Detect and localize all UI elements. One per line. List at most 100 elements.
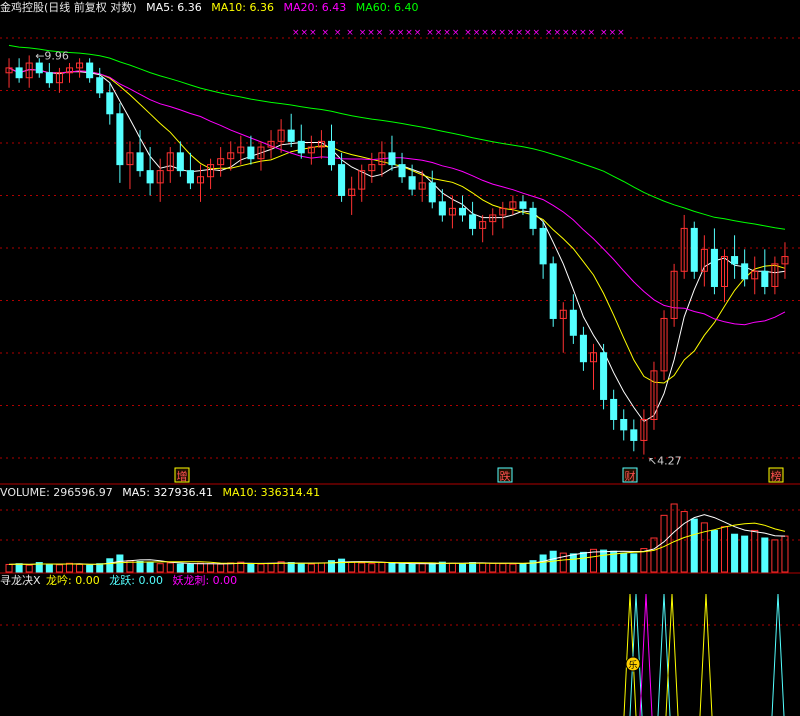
volume-bar-up xyxy=(257,563,265,573)
volume-bar-down xyxy=(408,563,416,573)
volume-bar-up xyxy=(489,562,497,573)
indicator-spike xyxy=(665,593,679,716)
candle-down xyxy=(287,129,295,142)
candle-down xyxy=(428,182,436,203)
volume-bar-down xyxy=(428,562,436,573)
volume-bar-up xyxy=(781,535,789,573)
candle-down xyxy=(408,176,416,190)
volume-bar-down xyxy=(469,562,477,573)
volume-bar-up xyxy=(650,537,658,573)
candle-down xyxy=(116,113,124,166)
volume-bar-down xyxy=(136,560,144,573)
volume-bar-down xyxy=(297,563,305,573)
volume-bar-down xyxy=(600,549,608,573)
candle-down xyxy=(136,152,144,172)
ma10-line xyxy=(8,67,786,384)
volume-bar-down xyxy=(15,563,23,573)
candle-down xyxy=(15,67,23,79)
volume-bar-down xyxy=(247,563,255,573)
volume-bar-down xyxy=(388,562,396,573)
volume-bar-up xyxy=(348,561,356,573)
candle-down xyxy=(35,62,43,74)
volume-bar-down xyxy=(690,518,698,573)
volume-bar-up xyxy=(358,562,366,573)
candle-down xyxy=(469,214,477,229)
candle-down xyxy=(458,207,467,216)
candle-down xyxy=(338,164,346,196)
volume-bar-down xyxy=(731,533,739,573)
event-tag-4: 榜 xyxy=(771,469,782,483)
volume-bar-up xyxy=(267,562,275,573)
volume-bar-down xyxy=(176,563,184,573)
volume-bar-up xyxy=(509,563,517,573)
high-price-label: ←9.96 xyxy=(35,49,69,62)
candle-down xyxy=(247,146,255,160)
candle-down xyxy=(761,270,769,287)
volume-bar-up xyxy=(156,563,164,573)
event-tag-2: 跌 xyxy=(500,469,511,483)
indicator-spike xyxy=(699,593,713,716)
volume-bar-down xyxy=(458,563,467,573)
candle-down xyxy=(630,429,638,441)
indicator-spike xyxy=(771,593,785,716)
volume-bar-down xyxy=(45,563,53,573)
volume-bar-up xyxy=(720,526,729,573)
volume-bar-up xyxy=(670,503,678,573)
candle-down xyxy=(610,398,618,420)
volume-bar-up xyxy=(448,562,456,573)
volume-bar-down xyxy=(761,537,769,573)
candle-down xyxy=(86,62,94,79)
candle-down xyxy=(690,227,698,272)
volume-bar-up xyxy=(378,562,386,573)
candle-down xyxy=(569,309,577,336)
candle-down xyxy=(388,152,396,166)
volume-bar-down xyxy=(338,558,346,573)
candle-down xyxy=(186,170,194,184)
candle-down xyxy=(710,248,718,287)
volume-bar-up xyxy=(166,562,174,573)
volume-ma10-line xyxy=(8,522,786,565)
candle-down xyxy=(549,263,557,319)
candle-down xyxy=(620,418,628,431)
volume-bar-up xyxy=(307,563,315,573)
candle-down xyxy=(529,207,537,229)
candle-down xyxy=(96,77,104,94)
volume-bar-up xyxy=(5,563,13,573)
volume-bar-up xyxy=(479,562,487,573)
low-price-label: ↖4.27 xyxy=(648,455,682,468)
volume-bar-up xyxy=(418,563,426,573)
candle-down xyxy=(731,256,739,265)
volume-bar-down xyxy=(569,553,577,573)
volume-bar-up xyxy=(25,564,33,573)
ma60-line xyxy=(8,44,786,230)
candle-down xyxy=(539,227,547,265)
candle-down xyxy=(741,263,749,280)
volume-bar-down xyxy=(287,562,295,573)
volume-bar-up xyxy=(217,563,225,573)
signal-marker-label: 乐 xyxy=(628,659,637,671)
volume-bar-down xyxy=(146,562,154,573)
volume-bar-up xyxy=(227,562,235,573)
stock-chart[interactable]: ←9.96 ↖4.27 增 跌 财 榜乐 xyxy=(0,0,800,716)
volume-bar-down xyxy=(710,529,718,573)
volume-bar-up xyxy=(65,562,74,573)
indicator-spike xyxy=(657,593,671,716)
volume-bar-up xyxy=(751,529,759,573)
volume-bar-up xyxy=(700,522,708,573)
volume-bar-down xyxy=(106,558,114,573)
volume-bar-down xyxy=(96,563,104,573)
volume-bar-up xyxy=(368,563,376,573)
candle-down xyxy=(45,72,53,84)
event-tag-3: 财 xyxy=(625,469,636,483)
volume-bar-down xyxy=(741,535,749,573)
volume-bar-up xyxy=(680,511,688,573)
candle-down xyxy=(600,352,608,400)
candle-down xyxy=(438,201,446,216)
volume-bar-down xyxy=(116,554,124,573)
volume-bar-up xyxy=(207,563,215,573)
volume-bar-down xyxy=(398,563,406,573)
candle-down xyxy=(327,140,336,166)
volume-bar-down xyxy=(630,553,638,573)
candle-down xyxy=(106,92,114,115)
indicator-spike xyxy=(629,593,643,716)
